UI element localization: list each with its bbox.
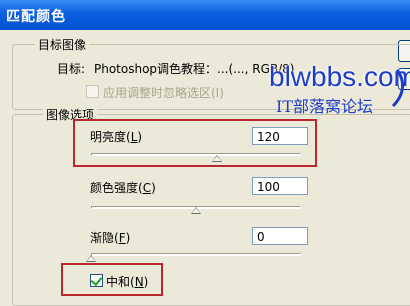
- watermark-subtitle: IT部落窝论坛: [276, 97, 373, 116]
- ignore-selection-checkbox[interactable]: [86, 85, 99, 98]
- neutralize-highlight-box: [61, 263, 163, 296]
- ignore-selection-label: 应用调整时忽略选区(I): [103, 86, 224, 100]
- color-intensity-slider-thumb[interactable]: [191, 207, 201, 214]
- target-prefix: 目标:: [57, 62, 86, 76]
- title-bar: 匹配颜色: [0, 0, 410, 30]
- luminance-highlight-box: [73, 119, 317, 167]
- watermark: blwbbs.com IT部落窝论坛: [255, 56, 410, 116]
- watermark-swoosh-icon: [391, 69, 404, 108]
- window-title: 匹配颜色: [6, 9, 66, 25]
- fade-slider-track[interactable]: [91, 253, 301, 256]
- fade-input[interactable]: 0: [252, 227, 308, 245]
- target-image-group-label: 目标图像: [35, 36, 90, 53]
- watermark-logo: blwbbs.com: [269, 61, 410, 92]
- fade-label: 渐隐(F): [90, 231, 131, 245]
- fade-slider-thumb[interactable]: [86, 255, 96, 262]
- color-intensity-input[interactable]: 100: [252, 177, 308, 195]
- color-intensity-label: 颜色强度(C): [90, 181, 156, 195]
